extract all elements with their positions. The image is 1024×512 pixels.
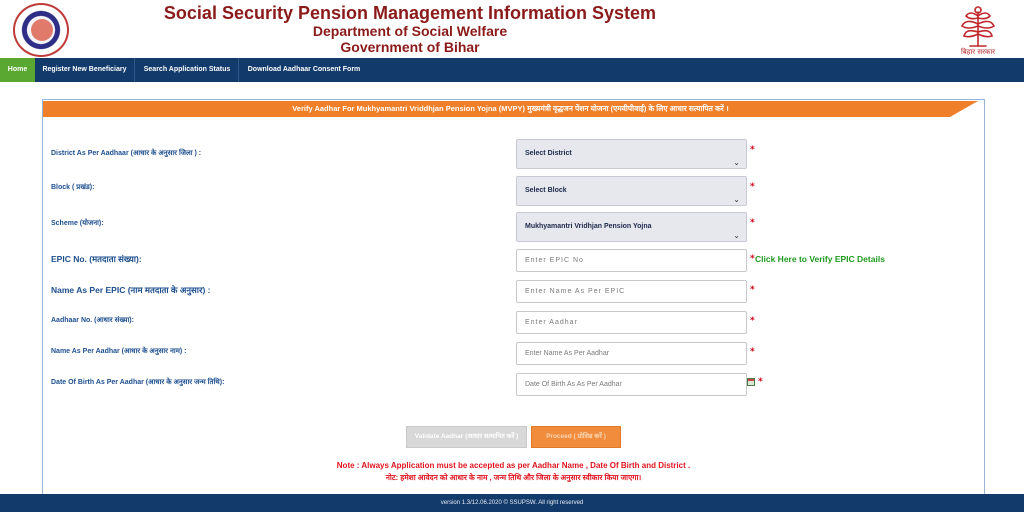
note-hindi: नोट: हमेशा आवेदन को आधार के नाम , जन्म त… [385,473,642,482]
required-mark: * [750,285,755,295]
required-mark: * [750,316,755,326]
required-mark: * [758,377,763,387]
district-label: District As Per Aadhaar (आधार के अनुसार … [51,150,202,157]
nav-download-consent-form[interactable]: Download Aadhaar Consent Form [240,58,368,82]
block-select[interactable]: Select Block ⌄ [516,176,747,206]
scheme-select-value: Mukhyamantri Vridhjan Pension Yojna [525,223,652,230]
name-as-per-aadhar-input[interactable]: Enter Name As Per Aadhar [516,342,747,365]
required-mark: * [750,218,755,228]
verify-aadhar-form: Verify Aadhar For Mukhyamantri Vriddhjan… [42,99,985,494]
scheme-label: Scheme (योजना): [51,220,104,227]
required-mark: * [750,182,755,192]
nav-home[interactable]: Home [0,58,35,82]
aadhaar-label: Aadhaar No. (आधार संख्या): [51,317,134,324]
dob-label: Date Of Birth As Per Aadhar (आधार के अनु… [51,379,225,386]
scheme-select[interactable]: Mukhyamantri Vridhjan Pension Yojna ⌄ [516,212,747,242]
verify-epic-link[interactable]: Click Here to Verify EPIC Details [755,254,885,264]
chevron-down-icon: ⌄ [733,195,740,204]
department-title: Department of Social Welfare [312,23,508,39]
nav-search-application-status[interactable]: Search Application Status [136,58,239,82]
required-mark: * [750,254,755,264]
required-mark: * [750,145,755,155]
title-block: Social Security Pension Management Infor… [110,3,710,56]
note-english: Note : Always Application must be accept… [336,461,691,470]
name-as-per-aadhar-label: Name As Per Aadhar (आधार के अनुसार नाम) … [51,348,187,355]
name-as-per-epic-label: Name As Per EPIC (नाम मतदाता के अनुसार) … [51,285,211,295]
footer: version 1.3/12.06.2020 © SSUPSW. All rig… [0,494,1024,512]
chevron-down-icon: ⌄ [733,158,740,167]
required-mark: * [750,347,755,357]
chevron-down-icon: ⌄ [733,231,740,240]
header: Social Security Pension Management Infor… [0,0,1024,58]
logo-figures-icon [31,19,53,41]
epic-label: EPIC No. (मतदाता संख्या): [51,254,142,264]
validate-aadhar-button[interactable]: Validate Aadhar (आधार सत्यापित करें ) [406,426,527,448]
form-banner: Verify Aadhar For Mukhyamantri Vriddhjan… [43,101,978,117]
page: Social Security Pension Management Infor… [0,0,1024,512]
proceed-button[interactable]: Proceed ( प्रोसिड करें ) [531,426,621,448]
aadhaar-input[interactable]: Enter Aadhar [516,311,747,334]
district-select-value: Select District [525,150,572,157]
block-label: Block ( प्रखंड): [51,184,95,191]
emblem-caption: बिहार सरकार [960,48,996,56]
nav-register-new-beneficiary[interactable]: Register New Beneficiary [35,58,135,82]
dob-input[interactable]: Date Of Birth As As Per Aadhar [516,373,747,396]
district-select[interactable]: Select District ⌄ [516,139,747,169]
name-as-per-epic-input[interactable]: Enter Name As Per EPIC [516,280,747,303]
nav-bar: Home Register New Beneficiary Search App… [0,58,1024,82]
government-title: Government of Bihar [340,39,480,55]
epic-input[interactable]: Enter EPIC No [516,249,747,272]
block-select-value: Select Block [525,187,567,194]
department-logo [13,3,69,57]
calendar-icon[interactable] [747,378,755,386]
app-title: Social Security Pension Management Infor… [163,3,657,23]
